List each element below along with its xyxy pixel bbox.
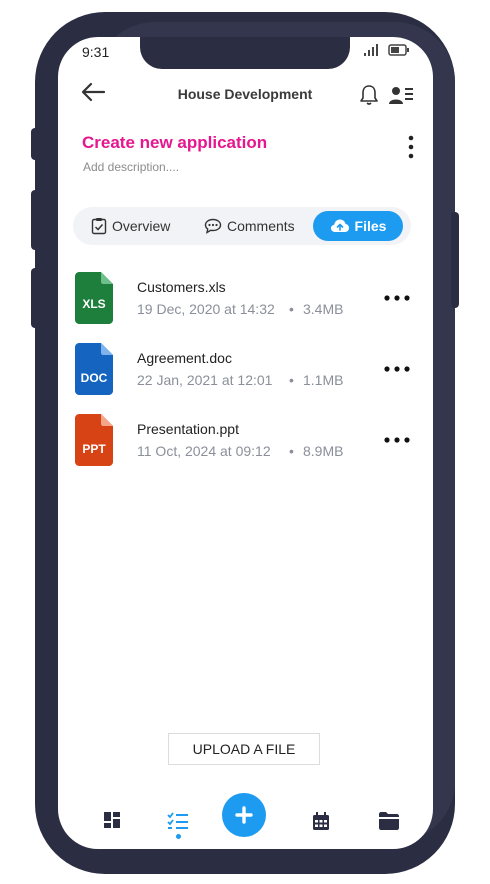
tab-files-label: Files: [354, 218, 387, 234]
back-arrow-icon[interactable]: [80, 80, 106, 104]
add-button[interactable]: [222, 793, 266, 837]
status-time: 9:31: [82, 44, 110, 60]
file-date: 22 Jan, 2021 at 12:01: [137, 372, 273, 388]
file-row[interactable]: PPT Presentation.ppt 11 Oct, 2024 at 09:…: [75, 414, 420, 468]
file-size: 8.9MB: [303, 443, 344, 459]
folder-icon[interactable]: [378, 812, 400, 830]
more-horizontal-icon[interactable]: [383, 430, 411, 450]
phone-side-button: [31, 128, 39, 160]
meta-separator: •: [289, 372, 294, 388]
ppt-file-icon: PPT: [75, 414, 113, 466]
more-horizontal-icon[interactable]: [383, 288, 411, 308]
file-row[interactable]: XLS Customers.xls 19 Dec, 2020 at 14:32 …: [75, 272, 420, 326]
page-title: House Development: [177, 86, 313, 102]
signal-icon: [364, 44, 378, 56]
meta-separator: •: [289, 301, 294, 317]
tab-overview[interactable]: Overview: [91, 207, 170, 245]
application-title[interactable]: Create new application: [82, 133, 267, 153]
phone-side-button: [31, 190, 39, 250]
status-icons: [364, 44, 410, 56]
dashboard-icon[interactable]: [104, 812, 120, 828]
file-name: Presentation.ppt: [137, 421, 239, 437]
plus-icon: [235, 806, 253, 824]
file-type-label: XLS: [82, 297, 105, 311]
file-row[interactable]: DOC Agreement.doc 22 Jan, 2021 at 12:01 …: [75, 343, 420, 397]
file-date: 11 Oct, 2024 at 09:12: [137, 443, 271, 459]
file-type-label: PPT: [82, 442, 106, 456]
more-vertical-icon[interactable]: [404, 134, 418, 160]
bell-icon[interactable]: [358, 84, 380, 106]
tab-comments-label: Comments: [227, 218, 295, 234]
doc-file-icon: DOC: [75, 343, 113, 395]
phone-side-button: [31, 268, 39, 328]
phone-notch: [140, 37, 350, 69]
meta-separator: •: [289, 443, 294, 459]
user-list-icon[interactable]: [388, 84, 414, 106]
calendar-icon[interactable]: [313, 812, 329, 830]
xls-file-icon: XLS: [75, 272, 113, 324]
file-size: 3.4MB: [303, 301, 344, 317]
active-nav-indicator: [176, 834, 181, 839]
file-type-label: DOC: [81, 371, 108, 385]
file-date: 19 Dec, 2020 at 14:32: [137, 301, 275, 317]
file-name: Agreement.doc: [137, 350, 232, 366]
more-horizontal-icon[interactable]: [383, 359, 411, 379]
comment-dots-icon: [204, 218, 222, 234]
description-field[interactable]: Add description....: [83, 160, 179, 174]
battery-icon: [388, 44, 409, 56]
cloud-upload-icon: [330, 219, 349, 232]
tab-comments[interactable]: Comments: [204, 207, 295, 245]
tab-overview-label: Overview: [112, 218, 171, 234]
file-name: Customers.xls: [137, 279, 226, 295]
clipboard-check-icon: [91, 218, 107, 235]
upload-file-button[interactable]: UPLOAD A FILE: [168, 733, 320, 765]
tab-bar: Overview Comments Files: [73, 207, 411, 245]
phone-side-button: [451, 212, 459, 308]
task-list-icon[interactable]: [167, 812, 189, 830]
file-size: 1.1MB: [303, 372, 344, 388]
tab-files[interactable]: Files: [313, 211, 403, 241]
